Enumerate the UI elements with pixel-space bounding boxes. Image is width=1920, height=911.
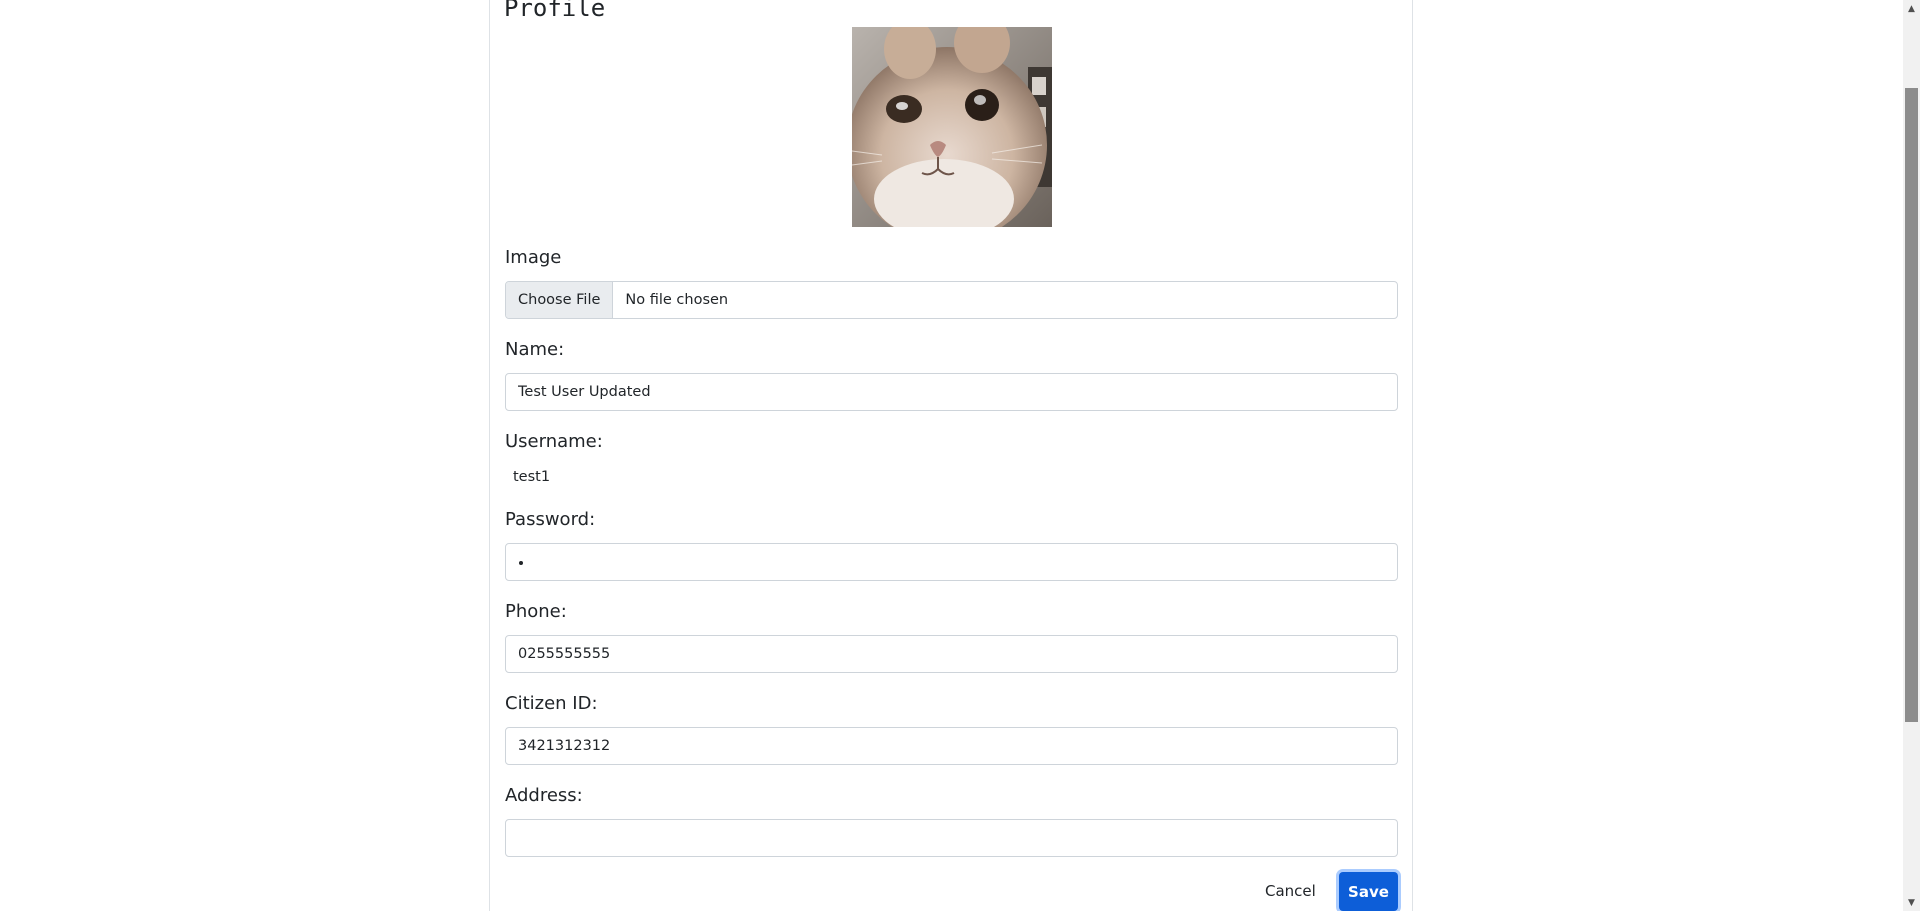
address-label: Address: [505, 785, 583, 806]
phone-input[interactable] [505, 635, 1398, 673]
password-label: Password: [505, 509, 596, 530]
name-input[interactable] [505, 373, 1398, 411]
image-file-input[interactable]: Choose File No file chosen [505, 281, 1398, 319]
file-status-text: No file chosen [625, 292, 729, 308]
profile-avatar [852, 27, 1052, 227]
page-title: Profile [504, 0, 606, 22]
scroll-up-arrow-icon[interactable]: ▲ [1903, 0, 1920, 17]
citizen-id-label: Citizen ID: [505, 693, 598, 714]
address-input[interactable] [505, 819, 1398, 857]
password-mask-dot [519, 561, 523, 565]
name-label: Name: [505, 339, 565, 360]
scroll-down-arrow-icon[interactable]: ▼ [1903, 894, 1920, 911]
profile-page: Profile Image Choose File No file chosen… [0, 0, 1920, 911]
save-button[interactable]: Save [1339, 872, 1398, 911]
password-input[interactable] [505, 543, 1398, 581]
choose-file-button[interactable]: Choose File [506, 282, 614, 318]
username-label: Username: [505, 431, 603, 452]
phone-label: Phone: [505, 601, 567, 622]
page-scrollbar[interactable]: ▲ ▼ [1903, 0, 1920, 911]
scrollbar-thumb[interactable] [1905, 88, 1918, 722]
citizen-id-input[interactable] [505, 727, 1398, 765]
image-label: Image [505, 247, 562, 268]
cancel-button[interactable]: Cancel [1255, 872, 1326, 910]
username-value: test1 [513, 469, 551, 485]
avatar-cat-photo [852, 27, 1052, 227]
